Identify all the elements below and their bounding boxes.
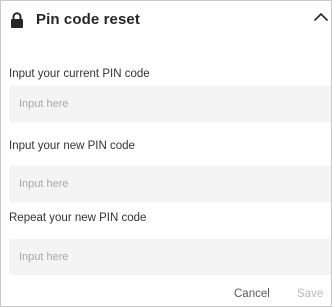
panel-header: Pin code reset [1,1,331,37]
new-pin-label: Input your new PIN code [9,140,135,152]
cancel-button[interactable]: Cancel [234,288,270,300]
new-pin-input[interactable] [9,166,331,202]
page-title: Pin code reset [36,11,140,28]
lock-icon [11,12,23,28]
current-pin-label: Input your current PIN code [9,68,150,80]
repeat-pin-input[interactable] [9,239,331,275]
chevron-up-icon[interactable] [313,12,329,22]
pin-code-reset-panel: Pin code reset Input your current PIN co… [0,0,332,307]
current-pin-input[interactable] [9,86,331,122]
save-button[interactable]: Save [297,288,323,300]
repeat-pin-label: Repeat your new PIN code [9,212,147,224]
